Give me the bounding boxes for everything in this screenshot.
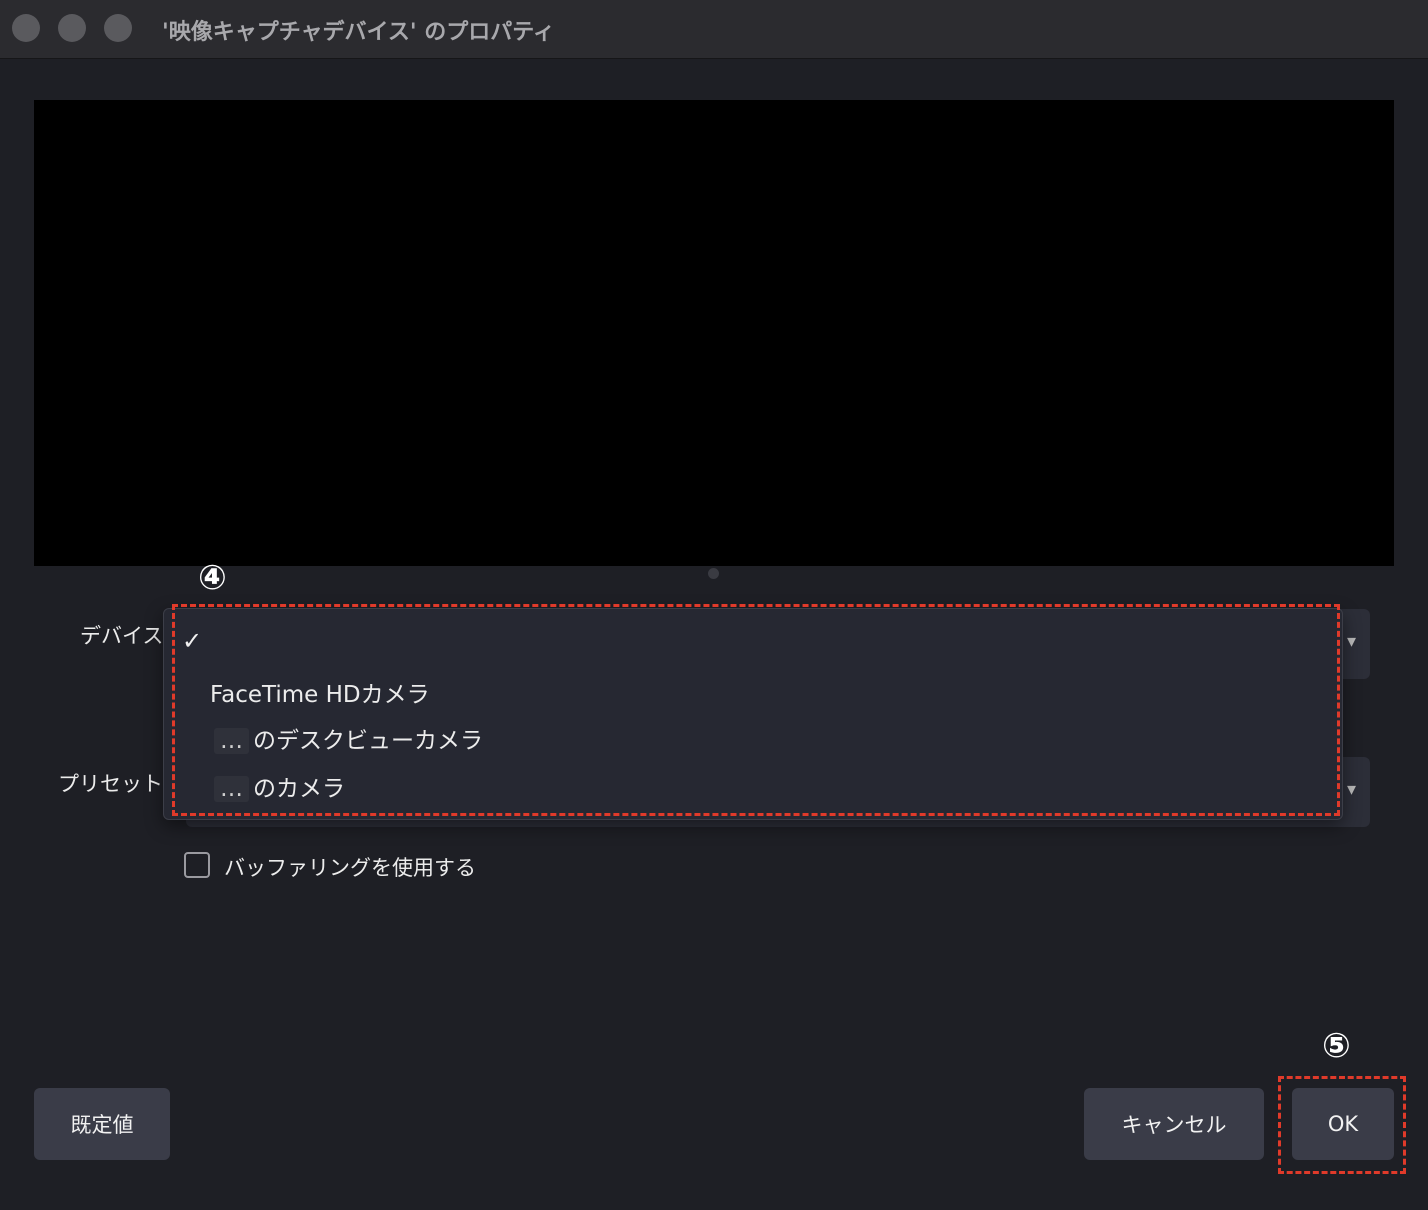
preset-label: プリセット bbox=[58, 772, 163, 796]
close-window-button[interactable] bbox=[12, 14, 40, 42]
zoom-window-button[interactable] bbox=[104, 14, 132, 42]
chevron-down-icon: ▾ bbox=[1346, 779, 1356, 800]
annotation-highlight-dropdown bbox=[172, 604, 1340, 816]
chevron-down-icon: ▾ bbox=[1346, 631, 1356, 652]
annotation-step-5: ⑤ bbox=[1322, 1026, 1351, 1066]
buffering-checkbox[interactable] bbox=[184, 852, 210, 878]
video-preview bbox=[34, 100, 1394, 566]
device-label: デバイス bbox=[80, 624, 164, 648]
defaults-button[interactable]: 既定値 bbox=[34, 1088, 170, 1160]
window-title: '映像キャプチャデバイス' のプロパティ bbox=[162, 20, 555, 45]
annotation-step-4: ④ bbox=[198, 558, 227, 598]
title-bar: '映像キャプチャデバイス' のプロパティ bbox=[0, 0, 1428, 59]
minimize-window-button[interactable] bbox=[58, 14, 86, 42]
annotation-highlight-ok bbox=[1278, 1076, 1406, 1174]
cancel-button[interactable]: キャンセル bbox=[1084, 1088, 1264, 1160]
splitter-handle[interactable] bbox=[708, 568, 719, 579]
buffering-label[interactable]: バッファリングを使用する bbox=[224, 852, 476, 882]
